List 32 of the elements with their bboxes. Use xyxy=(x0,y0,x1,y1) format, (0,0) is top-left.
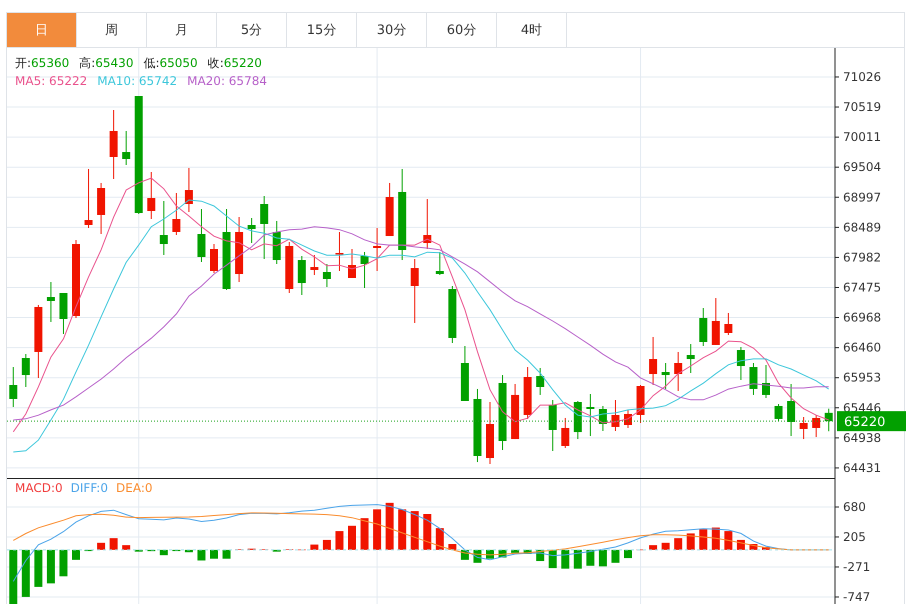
ma-legend: MA10: 65742 xyxy=(97,72,178,90)
quote-label: 开: xyxy=(15,56,32,70)
quote-value: 65430 xyxy=(95,56,134,70)
quote-label: 低: xyxy=(143,56,160,70)
macd-legend: MACD:0 xyxy=(15,481,63,495)
ma-legend: MA5: 65222 xyxy=(15,72,88,90)
quote-value: 65050 xyxy=(160,56,198,70)
axis-label: 65953 xyxy=(843,370,882,385)
axis-label: 68997 xyxy=(843,190,882,204)
axis-label: 67982 xyxy=(843,250,882,264)
quote-value: 65220 xyxy=(224,56,262,70)
axis-label: 68489 xyxy=(843,220,882,234)
axis-label: 66460 xyxy=(843,340,882,355)
axis-label: 70519 xyxy=(843,100,882,114)
quote-label: 收: xyxy=(208,56,224,70)
macd-legend: DEA:0 xyxy=(116,481,152,495)
axis-label: -271 xyxy=(843,560,870,574)
axis-label: 69504 xyxy=(843,160,882,174)
axis-label: -747 xyxy=(843,590,870,604)
ma-legend: MA20: 65784 xyxy=(187,72,267,90)
axis-label: 66968 xyxy=(843,310,882,325)
axis-label: 680 xyxy=(843,500,866,514)
axis-label: 64938 xyxy=(843,430,882,445)
axis-label: 64431 xyxy=(843,460,882,475)
axis-label: 205 xyxy=(843,530,866,544)
quote-value: 65360 xyxy=(31,56,70,70)
axis-label: 71026 xyxy=(843,70,882,84)
axis-label: 67475 xyxy=(843,280,882,294)
axis-label: 70011 xyxy=(843,130,882,144)
macd-legend: DIFF:0 xyxy=(70,481,108,495)
last-price: 65220 xyxy=(844,415,886,430)
quote-label: 高: xyxy=(79,56,96,70)
